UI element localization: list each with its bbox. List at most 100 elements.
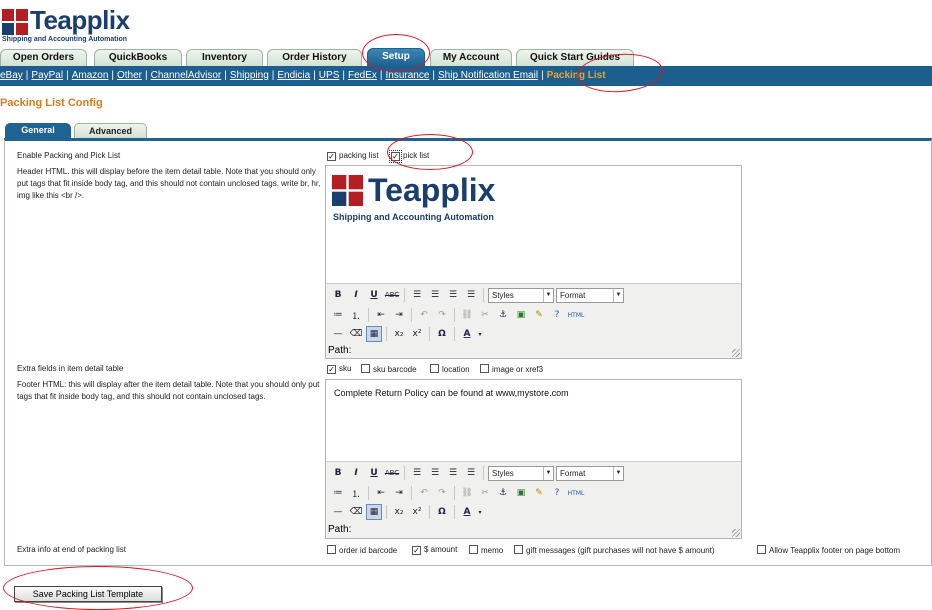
bullet-list-icon[interactable]: ≔ [330,485,346,501]
italic-icon[interactable]: I [348,465,364,481]
outdent-icon[interactable]: ⇤ [373,307,389,323]
packing-list-option[interactable]: ✓ packing list [327,151,379,161]
unlink-icon[interactable]: ✂ [477,307,493,323]
header-html-editor[interactable]: Teapplix Shipping and Accounting Automat… [325,165,742,359]
text-color-dropdown-icon[interactable]: ▾ [477,504,483,520]
align-right-icon[interactable]: ☰ [445,287,461,303]
subnav-endicia[interactable]: Endicia [277,70,310,81]
cleanup-icon[interactable]: ✎ [531,307,547,323]
resize-handle-icon[interactable] [732,349,740,357]
subnav-packing-list[interactable]: Packing List [547,70,606,81]
memo-checkbox[interactable] [469,545,478,554]
unlink-icon[interactable]: ✂ [477,485,493,501]
bullet-list-icon[interactable]: ≔ [330,307,346,323]
italic-icon[interactable]: I [348,287,364,303]
packing-list-checkbox[interactable]: ✓ [327,152,336,161]
gift-messages-checkbox[interactable] [514,545,523,554]
save-packing-list-button[interactable]: Save Packing List Template [14,586,162,602]
amount-option[interactable]: ✓ $ amount [412,545,457,555]
align-justify-icon[interactable]: ☰ [463,465,479,481]
align-justify-icon[interactable]: ☰ [463,287,479,303]
special-char-icon[interactable]: Ω [434,326,450,342]
location-checkbox[interactable] [430,364,439,373]
tab-my-account[interactable]: My Account [430,49,512,66]
align-right-icon[interactable]: ☰ [445,465,461,481]
tab-inventory[interactable]: Inventory [186,49,263,66]
sku-checkbox[interactable]: ✓ [327,365,336,374]
align-center-icon[interactable]: ☰ [427,465,443,481]
subnav-fedex[interactable]: FedEx [348,70,377,81]
text-color-dropdown-icon[interactable]: ▾ [477,326,483,342]
visual-aid-icon[interactable]: ▦ [366,326,382,342]
subnav-insurance[interactable]: Insurance [385,70,429,81]
horizontal-rule-icon[interactable]: — [330,326,346,342]
numbered-list-icon[interactable]: ⒈ [348,485,364,501]
text-color-icon[interactable]: A [459,326,475,342]
styles-select[interactable]: Styles ▼ [488,287,554,303]
link-icon[interactable]: ⛓ [459,485,475,501]
tab-general[interactable]: General [5,123,71,138]
image-xref3-checkbox[interactable] [480,364,489,373]
amount-checkbox[interactable]: ✓ [412,546,421,555]
order-id-barcode-checkbox[interactable] [327,545,336,554]
subnav-paypal[interactable]: PayPal [31,70,63,81]
resize-handle-icon[interactable] [732,529,740,537]
special-char-icon[interactable]: Ω [434,504,450,520]
html-source-icon[interactable]: HTML [567,485,585,501]
visual-aid-icon[interactable]: ▦ [366,504,382,520]
indent-icon[interactable]: ⇥ [391,307,407,323]
anchor-icon[interactable]: ⚓ [495,485,511,501]
subnav-other[interactable]: Other [117,70,142,81]
memo-option[interactable]: memo [469,545,503,555]
strikethrough-icon[interactable]: ABC [384,287,400,303]
tab-quick-start-guides[interactable]: Quick Start Guides [516,49,634,66]
subscript-icon[interactable]: x₂ [391,326,407,342]
bold-icon[interactable]: B [330,287,346,303]
tab-open-orders[interactable]: Open Orders [0,49,87,66]
align-center-icon[interactable]: ☰ [427,287,443,303]
underline-icon[interactable]: U [366,287,382,303]
footer-html-editor[interactable]: Complete Return Policy can be found at w… [325,379,742,539]
link-icon[interactable]: ⛓ [459,307,475,323]
format-select[interactable]: Format ▼ [556,465,624,481]
help-icon[interactable]: ? [549,307,565,323]
styles-select[interactable]: Styles ▼ [488,465,554,481]
align-left-icon[interactable]: ☰ [409,465,425,481]
undo-icon[interactable]: ↶ [416,485,432,501]
sku-barcode-checkbox[interactable] [361,364,370,373]
horizontal-rule-icon[interactable]: — [330,504,346,520]
underline-icon[interactable]: U [366,465,382,481]
subnav-shipping[interactable]: Shipping [230,70,269,81]
numbered-list-icon[interactable]: ⒈ [348,307,364,323]
tab-quickbooks[interactable]: QuickBooks [94,49,182,66]
help-icon[interactable]: ? [549,485,565,501]
order-id-barcode-option[interactable]: order id barcode [327,545,397,555]
tab-advanced[interactable]: Advanced [74,123,147,138]
image-icon[interactable]: ▣ [513,307,529,323]
superscript-icon[interactable]: x² [409,504,425,520]
tab-setup[interactable]: Setup [367,48,425,66]
undo-icon[interactable]: ↶ [416,307,432,323]
sku-barcode-option[interactable]: sku barcode [361,364,417,374]
subnav-ebay[interactable]: eBay [0,70,23,81]
format-select[interactable]: Format ▼ [556,287,624,303]
align-left-icon[interactable]: ☰ [409,287,425,303]
outdent-icon[interactable]: ⇤ [373,485,389,501]
remove-format-icon[interactable]: ⌫ [348,504,364,520]
subnav-ship-notification-email[interactable]: Ship Notification Email [438,70,538,81]
bold-icon[interactable]: B [330,465,346,481]
redo-icon[interactable]: ↷ [434,485,450,501]
image-xref3-option[interactable]: image or xref3 [480,364,543,374]
cleanup-icon[interactable]: ✎ [531,485,547,501]
html-source-icon[interactable]: HTML [567,307,585,323]
subscript-icon[interactable]: x₂ [391,504,407,520]
subnav-channeladvisor[interactable]: ChannelAdvisor [151,70,222,81]
teapplix-footer-checkbox[interactable] [757,545,766,554]
anchor-icon[interactable]: ⚓ [495,307,511,323]
redo-icon[interactable]: ↷ [434,307,450,323]
pick-list-checkbox[interactable]: ✓ [389,150,402,163]
location-option[interactable]: location [430,364,470,374]
image-icon[interactable]: ▣ [513,485,529,501]
text-color-icon[interactable]: A [459,504,475,520]
gift-messages-option[interactable]: gift messages (gift purchases will not h… [514,545,715,555]
